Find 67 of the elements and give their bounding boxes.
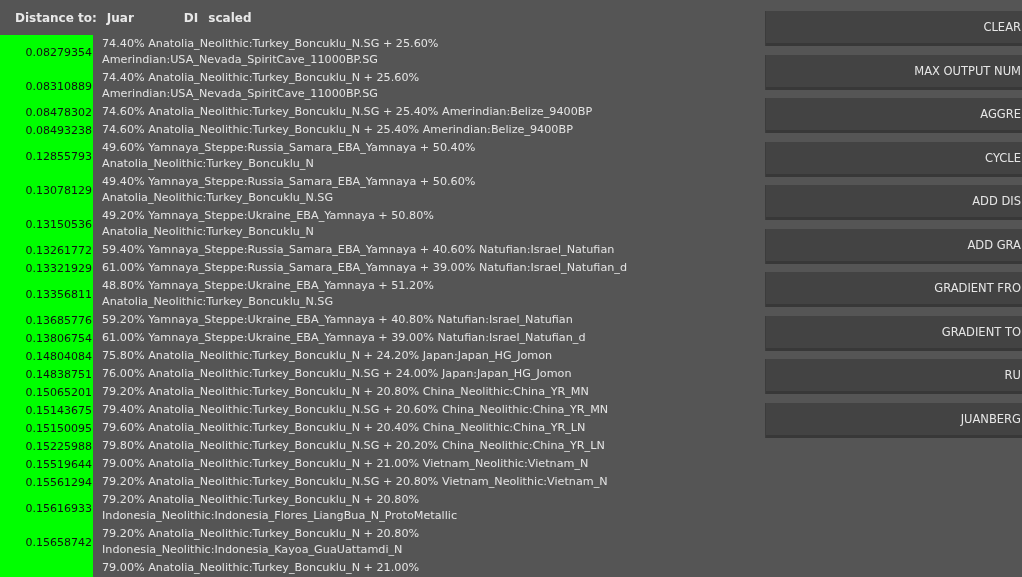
distance-cell: 0.14804084 — [0, 347, 93, 365]
distance-label: Distance to: — [15, 10, 97, 25]
distance-cell: 0.15225988 — [0, 437, 93, 455]
distance-cell: 0.15658742 — [0, 525, 93, 559]
admixture-text: Amerindian:USA_Nevada_SpiritCave_11000BP.SG — [102, 52, 379, 68]
admixture-text: 79.20% Anatolia_Neolithic:Turkey_Boncuklu_N + 20.80% — [102, 492, 421, 508]
distance-cell: 0.13321929 — [0, 259, 93, 277]
admixture-text: 49.60% Yamnaya_Steppe:Russia_Samara_EBA_Yamnaya + 50.40% — [102, 140, 476, 156]
target-name: scaled — [208, 10, 252, 25]
distance-cell: 0.13806754 — [0, 329, 93, 347]
action-button[interactable]: RU — [766, 359, 1022, 394]
admixture-text: 79.40% Anatolia_Neolithic:Turkey_Boncuklu_N.SG + 20.60% China_Neolithic:China_YR_MN — [102, 402, 609, 418]
action-button[interactable]: CLEAR — [766, 11, 1022, 46]
admixture-text: 59.40% Yamnaya_Steppe:Russia_Samara_EBA_Yamnaya + 40.60% Natufian:Israel_Natufian — [102, 242, 615, 258]
distance-cell: 0.15065201 — [0, 383, 93, 401]
distance-cell: 0.13150536 — [0, 207, 93, 241]
admixture-text: 59.20% Yamnaya_Steppe:Ukraine_EBA_Yamnaya + 40.80% Natufian:Israel_Natufian — [102, 312, 573, 328]
distance-cell: 0.15519644 — [0, 455, 93, 473]
distance-cell: 0.15561294 — [0, 473, 93, 491]
admixture-text: Indonesia_Neolithic:Indonesia_Flores_LiangBua_N_ProtoMetallic — [102, 508, 458, 524]
admixture-text: Amerindian:USA_Nevada_SpiritCave_11000BP.SG — [102, 86, 379, 102]
action-button[interactable]: JUANBERG — [766, 402, 1022, 438]
admixture-text: 79.20% Anatolia_Neolithic:Turkey_Boncuklu_N.SG + 20.80% Vietnam_Neolithic:Vietnam_N — [102, 474, 608, 490]
action-button[interactable]: AGGRE — [766, 98, 1022, 133]
admixture-text: 79.60% Anatolia_Neolithic:Turkey_Boncuklu_N + 20.40% China_Neolithic:China_YR_LN — [102, 420, 586, 436]
admixture-text: 74.40% Anatolia_Neolithic:Turkey_Boncuklu_N.SG + 25.60% — [102, 36, 439, 52]
admixture-text: Anatolia_Neolithic:Turkey_Boncuklu_N — [102, 156, 315, 172]
distance-cell: 0.15616933 — [0, 491, 93, 525]
admixture-text: 61.00% Yamnaya_Steppe:Ukraine_EBA_Yamnaya + 39.00% Natufian:Israel_Natufian_d — [102, 330, 586, 346]
distance-cell: 0.13261772 — [0, 241, 93, 259]
action-button[interactable]: MAX OUTPUT NUM — [766, 54, 1022, 90]
admixture-text: 74.60% Anatolia_Neolithic:Turkey_Boncuklu_N.SG + 25.40% Amerindian:Belize_9400BP — [102, 104, 593, 120]
action-button[interactable]: ADD DIS — [766, 185, 1022, 220]
admixture-text: 79.80% Anatolia_Neolithic:Turkey_Boncuklu_N.SG + 20.20% China_Neolithic:China_YR_LN — [102, 438, 605, 454]
admixture-text: 79.00% Anatolia_Neolithic:Turkey_Boncuklu_N + 21.00% — [102, 560, 420, 576]
action-button[interactable]: GRADIENT TO — [766, 315, 1022, 351]
admixture-text: 74.40% Anatolia_Neolithic:Turkey_Boncuklu_N + 25.60% — [102, 70, 420, 86]
admixture-text: 49.40% Yamnaya_Steppe:Russia_Samara_EBA_Yamnaya + 50.60% — [102, 174, 476, 190]
action-button[interactable]: GRADIENT FRO — [766, 272, 1022, 307]
admixture-text: Anatolia_Neolithic:Turkey_Boncuklu_N.SG — [102, 294, 335, 310]
admixture-text: 49.20% Yamnaya_Steppe:Ukraine_EBA_Yamnaya + 50.80% — [102, 208, 434, 224]
admixture-text: 75.80% Anatolia_Neolithic:Turkey_Boncuklu_N + 24.20% Japan:Japan_HG_Jomon — [102, 348, 553, 364]
admixture-text: 48.80% Yamnaya_Steppe:Ukraine_EBA_Yamnaya + 51.20% — [102, 278, 434, 294]
distance-cell: 0.08310889 — [0, 69, 93, 103]
admixture-text: Indonesia_Neolithic:Indonesia_Kayoa_GuaUattamdi_N — [102, 542, 404, 558]
admixture-text: 79.20% Anatolia_Neolithic:Turkey_Boncuklu_N + 20.80% — [102, 526, 420, 542]
distance-cell: 0.08493238 — [0, 121, 93, 139]
action-button[interactable]: CYCLE — [766, 141, 1022, 177]
distance-cell: 0.15150095 — [0, 419, 93, 437]
admixture-text: Anatolia_Neolithic:Turkey_Boncuklu_N.SG — [102, 190, 335, 206]
admixture-text: 79.00% Anatolia_Neolithic:Turkey_Boncuklu_N + 21.00% Vietnam_Neolithic:Vietnam_N — [102, 456, 589, 472]
distance-cell: 0.15143675 — [0, 401, 93, 419]
target-name: Juar — [106, 10, 134, 25]
distance-cell: 0.13356811 — [0, 277, 93, 311]
distance-cell: 0.13078129 — [0, 173, 93, 207]
distance-cell: 0.14838751 — [0, 365, 93, 383]
admixture-text: Anatolia_Neolithic:Turkey_Boncuklu_N — [102, 224, 315, 240]
action-button[interactable]: ADD GRA — [766, 228, 1022, 264]
target-name: DI — [183, 10, 199, 25]
admixture-text: 76.00% Anatolia_Neolithic:Turkey_Boncuklu_N.SG + 24.00% Japan:Japan_HG_Jomon — [102, 366, 572, 382]
admixture-text: 61.00% Yamnaya_Steppe:Russia_Samara_EBA_Yamnaya + 39.00% Natufian:Israel_Natufian_d — [102, 260, 628, 276]
distance-cell: 0.08478302 — [0, 103, 93, 121]
distance-cell: 0.12855793 — [0, 139, 93, 173]
admixture-text: 74.60% Anatolia_Neolithic:Turkey_Boncuklu_N + 25.40% Amerindian:Belize_9400BP — [102, 122, 573, 138]
admixture-text: 79.20% Anatolia_Neolithic:Turkey_Boncuklu_N + 20.80% China_Neolithic:China_YR_MN — [102, 384, 589, 400]
distance-cell: 0.13685776 — [0, 311, 93, 329]
distance-cell: 0.08279354 — [0, 35, 93, 69]
